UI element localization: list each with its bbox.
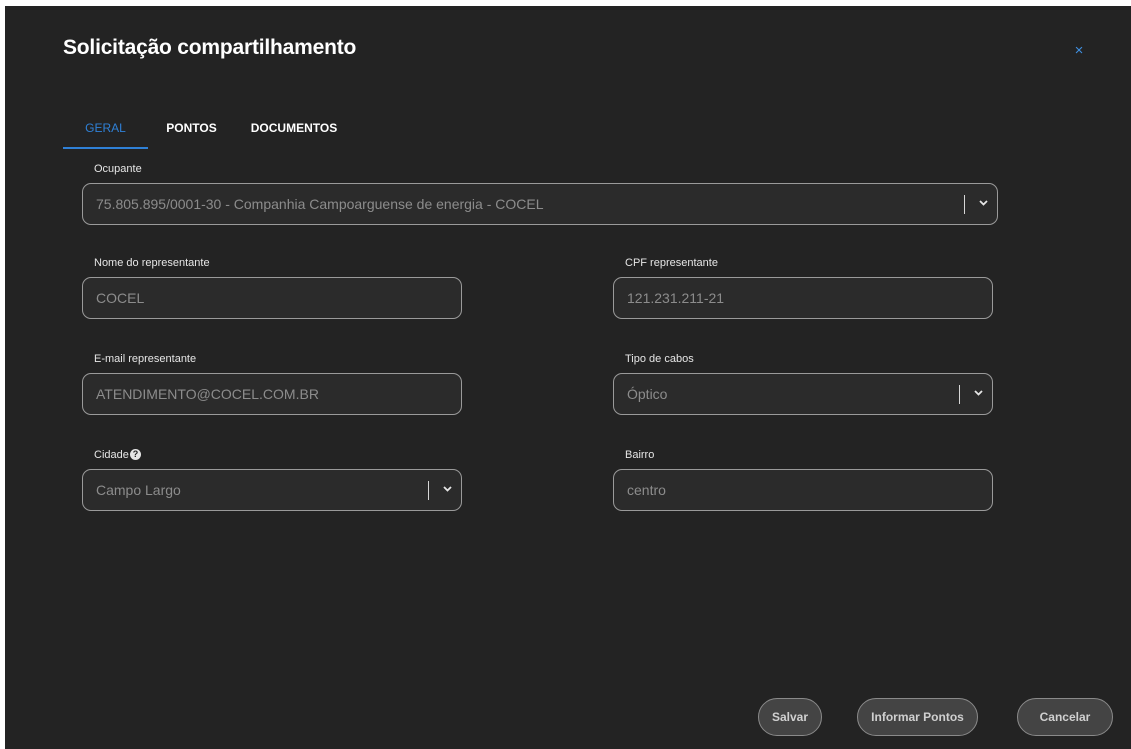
- cpf-representante-label: CPF representante: [625, 257, 718, 269]
- select-divider: [428, 481, 429, 500]
- tipo-cabos-value: Óptico: [627, 386, 668, 402]
- inform-points-button[interactable]: Informar Pontos: [857, 698, 978, 736]
- share-request-dialog: Solicitação compartilhamento × GERAL PON…: [5, 6, 1131, 749]
- select-divider: [959, 385, 960, 404]
- bairro-field[interactable]: centro: [613, 469, 993, 511]
- close-icon[interactable]: ×: [1071, 43, 1087, 59]
- email-representante-field[interactable]: ATENDIMENTO@COCEL.COM.BR: [82, 373, 462, 415]
- cidade-select[interactable]: Campo Largo: [82, 469, 462, 511]
- tab-geral[interactable]: GERAL: [63, 113, 148, 149]
- chevron-down-icon[interactable]: [979, 200, 988, 207]
- cidade-value: Campo Largo: [96, 482, 181, 498]
- dialog-title: Solicitação compartilhamento: [63, 36, 357, 59]
- save-button[interactable]: Salvar: [758, 698, 822, 736]
- question-circle-icon[interactable]: ?: [130, 449, 141, 460]
- nome-representante-label: Nome do representante: [94, 257, 210, 269]
- nome-representante-field[interactable]: COCEL: [82, 277, 462, 319]
- tab-pontos[interactable]: PONTOS: [163, 113, 220, 147]
- ocupante-value: 75.805.895/0001-30 - Companhia Campoargu…: [96, 196, 544, 212]
- chevron-down-icon[interactable]: [443, 486, 452, 493]
- tipo-cabos-label: Tipo de cabos: [625, 353, 694, 365]
- chevron-down-icon[interactable]: [974, 390, 983, 397]
- bairro-label: Bairro: [625, 449, 655, 461]
- tab-documentos[interactable]: DOCUMENTOS: [246, 113, 342, 147]
- tipo-cabos-select[interactable]: Óptico: [613, 373, 993, 415]
- select-divider: [964, 195, 965, 214]
- email-representante-label: E-mail representante: [94, 353, 197, 365]
- cidade-label: Cidade: [94, 449, 129, 461]
- ocupante-select[interactable]: 75.805.895/0001-30 - Companhia Campoargu…: [82, 183, 998, 225]
- cpf-representante-field[interactable]: 121.231.211-21: [613, 277, 993, 319]
- ocupante-label: Ocupante: [94, 163, 142, 175]
- cancel-button[interactable]: Cancelar: [1017, 698, 1113, 736]
